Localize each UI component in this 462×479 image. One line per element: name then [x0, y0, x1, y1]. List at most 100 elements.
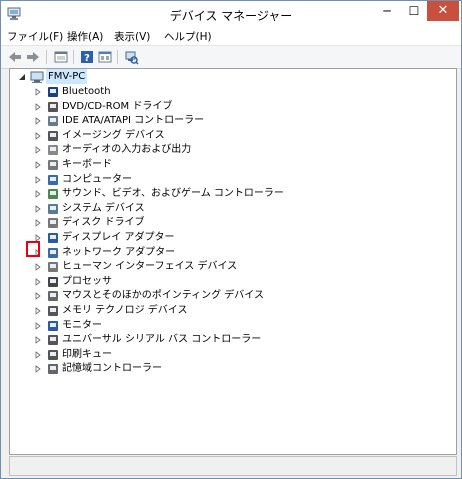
tree-item[interactable]: モニター: [10, 318, 450, 333]
tree-item-label: イメージング デバイス: [62, 129, 165, 141]
mouse-icon: [48, 291, 58, 302]
device-manager-window: デバイス マネージャー ─ ☐ ✕ ファイル(F) 操作(A) 表示(V) ヘル…: [0, 0, 462, 479]
tree-item-label: 記憶域コントローラー: [62, 363, 162, 375]
tree-item-label: メモリ テクノロジ デバイス: [62, 305, 188, 316]
menu-action[interactable]: 操作(A): [67, 29, 103, 44]
tree-item[interactable]: ディスプレイ アダプター: [10, 230, 450, 245]
monitor-icon: [48, 320, 58, 331]
tree-item[interactable]: ディスク ドライブ: [10, 215, 450, 230]
expand-arrow-icon[interactable]: [34, 321, 42, 330]
tree-item-label: モニター: [62, 319, 102, 331]
scan-hardware-icon[interactable]: [123, 49, 139, 65]
tree-item[interactable]: Bluetooth: [10, 84, 450, 99]
tree-item[interactable]: ユニバーサル シリアル バス コントローラー: [10, 332, 450, 347]
expand-arrow-icon[interactable]: [34, 307, 42, 315]
tree-item-label: Bluetooth: [62, 86, 111, 97]
close-button[interactable]: ✕: [427, 1, 459, 21]
title-bar[interactable]: デバイス マネージャー ─ ☐ ✕: [1, 1, 461, 27]
forward-arrow-icon[interactable]: [25, 49, 41, 65]
svg-text:?: ?: [84, 53, 90, 64]
toolbar-separator: [117, 50, 118, 64]
disk-drive-icon: [48, 218, 58, 229]
ide-controller-icon: [48, 116, 58, 127]
tree-item[interactable]: ネットワーク アダプター: [10, 245, 450, 260]
tree-item-label: プロセッサ: [62, 275, 112, 287]
menu-file[interactable]: ファイル(F): [7, 29, 63, 44]
expand-arrow-icon[interactable]: [34, 102, 42, 111]
sound-icon: [48, 189, 58, 200]
expand-arrow-icon[interactable]: [34, 146, 42, 155]
hid-icon: [48, 262, 58, 273]
minimize-icon: ─: [383, 4, 391, 18]
tree-item[interactable]: 印刷キュー: [10, 347, 450, 362]
help-icon[interactable]: ?: [79, 49, 95, 65]
expand-arrow-icon[interactable]: [34, 336, 42, 344]
tree-item-label: オーディオの入力および出力: [62, 144, 192, 156]
printer-icon: [48, 349, 58, 360]
expand-arrow-icon[interactable]: [34, 263, 42, 271]
expand-arrow-icon[interactable]: [34, 117, 42, 125]
usb-icon: [48, 335, 58, 346]
minimize-button[interactable]: ─: [374, 1, 400, 21]
camera-icon: [48, 130, 58, 141]
display-adapter-icon: [48, 233, 58, 243]
optical-drive-icon: [48, 101, 58, 112]
expand-arrow-icon[interactable]: [34, 219, 42, 228]
expand-arrow-icon[interactable]: [34, 88, 42, 96]
tree-item-label: IDE ATA/ATAPI コントローラー: [62, 115, 205, 127]
expand-arrow-icon[interactable]: [34, 190, 42, 198]
highlight-marker: [26, 241, 40, 257]
tree-item[interactable]: メモリ テクノロジ デバイス: [10, 303, 450, 318]
tree-item-label: ヒューマン インターフェイス デバイス: [62, 261, 238, 273]
tree-item[interactable]: コンピューター: [10, 172, 450, 187]
tree-item-label: サウンド、ビデオ、およびゲーム コントローラー: [62, 188, 284, 200]
expand-arrow-icon[interactable]: [34, 131, 42, 140]
toolbar: ?: [1, 45, 461, 69]
properties-view-icon[interactable]: [53, 49, 69, 65]
tree-item[interactable]: 記憶域コントローラー: [10, 361, 450, 376]
tree-item-label: ディスク ドライブ: [62, 217, 145, 229]
tree-item-label: DVD/CD-ROM ドライブ: [62, 100, 173, 112]
tree-item[interactable]: プロセッサ: [10, 274, 450, 289]
tree-item[interactable]: ヒューマン インターフェイス デバイス: [10, 259, 450, 274]
tree-item-label: 印刷キュー: [62, 348, 112, 360]
memory-device-icon: [48, 306, 58, 316]
expand-arrow-icon[interactable]: [34, 292, 42, 301]
bluetooth-icon: [48, 87, 58, 97]
tree-item[interactable]: DVD/CD-ROM ドライブ: [10, 99, 450, 114]
expand-arrow-icon[interactable]: [34, 365, 42, 374]
root-label: FMV-PC: [46, 69, 88, 84]
tree-item-label: システム デバイス: [62, 202, 145, 214]
status-bar: [9, 456, 457, 476]
tree-item-label: コンピューター: [62, 173, 132, 185]
menu-help[interactable]: ヘルプ(H): [164, 29, 212, 44]
maximize-button[interactable]: ☐: [401, 1, 427, 21]
tree-item-label: ネットワーク アダプター: [62, 246, 176, 258]
menu-view[interactable]: 表示(V): [114, 29, 150, 44]
computer-icon: [30, 71, 44, 83]
tree-item[interactable]: マウスとそのほかのポインティング デバイス: [10, 288, 450, 303]
tree-item[interactable]: キーボード: [10, 157, 450, 172]
tree-item[interactable]: システム デバイス: [10, 201, 450, 216]
speaker-icon: [48, 145, 58, 156]
tree-item-label: キーボード: [62, 159, 112, 170]
show-hidden-icon[interactable]: [97, 49, 113, 65]
tree-item[interactable]: IDE ATA/ATAPI コントローラー: [10, 113, 450, 128]
expand-arrow-icon[interactable]: [34, 175, 42, 184]
computer-icon: [48, 174, 58, 185]
tree-item[interactable]: サウンド、ビデオ、およびゲーム コントローラー: [10, 186, 450, 201]
tree-item-label: マウスとそのほかのポインティング デバイス: [62, 290, 264, 302]
collapse-arrow-icon[interactable]: [18, 73, 26, 81]
tree-root[interactable]: FMV-PC: [10, 69, 450, 84]
expand-arrow-icon[interactable]: [34, 277, 42, 286]
expand-arrow-icon[interactable]: [34, 350, 42, 359]
close-icon: ✕: [437, 3, 449, 18]
system-devices-icon: [48, 203, 58, 214]
expand-arrow-icon[interactable]: [34, 204, 42, 213]
tree-item[interactable]: イメージング デバイス: [10, 128, 450, 143]
tree-item[interactable]: オーディオの入力および出力: [10, 142, 450, 157]
expand-arrow-icon[interactable]: [34, 161, 42, 169]
toolbar-separator: [73, 50, 74, 64]
back-arrow-icon[interactable]: [7, 49, 23, 65]
device-tree[interactable]: FMV-PC Bluetooth DVD/CD-ROM ドライブ IDE ATA/A…: [9, 68, 457, 455]
